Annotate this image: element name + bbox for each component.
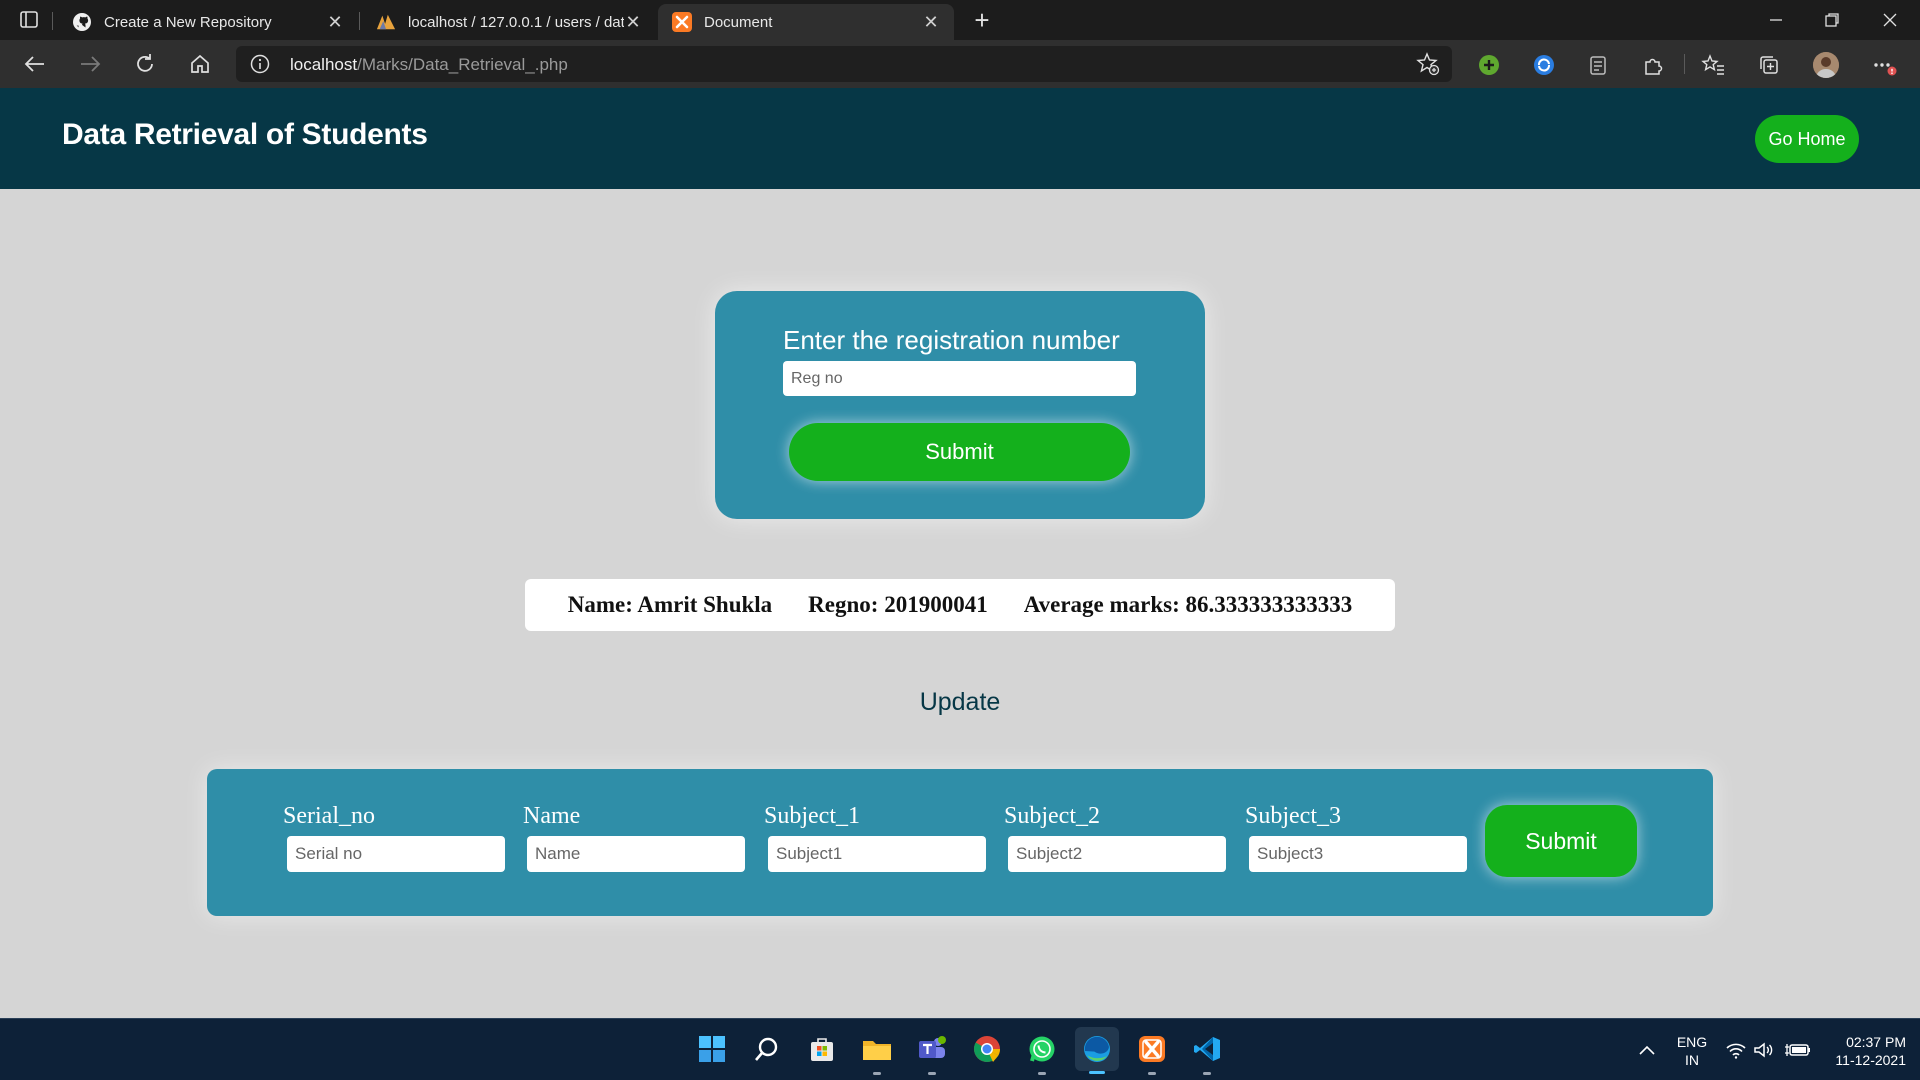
tab-title: localhost / 127.0.0.1 / users / dat	[408, 13, 624, 31]
update-form: Serial_no Name Subject_1 Subject_2 Subje…	[207, 769, 1713, 916]
go-home-button[interactable]: Go Home	[1755, 115, 1859, 163]
home-button[interactable]	[183, 48, 217, 80]
close-window-button[interactable]	[1862, 0, 1918, 40]
back-button[interactable]	[18, 48, 52, 80]
subject-1-field: Subject_1	[764, 803, 988, 872]
result-regno: Regno: 201900041	[808, 592, 988, 617]
tab-separator	[359, 12, 360, 30]
whatsapp-icon[interactable]	[1025, 1032, 1059, 1075]
favorites-icon[interactable]	[1700, 52, 1726, 78]
xampp-icon[interactable]	[1135, 1032, 1169, 1075]
chrome-icon[interactable]	[970, 1032, 1004, 1066]
show-hidden-icons-chevron-icon[interactable]	[1638, 1019, 1662, 1080]
tab-create-repository[interactable]: Create a New Repository ✕	[58, 4, 358, 40]
browser-tab-bar: Create a New Repository ✕ localhost / 12…	[0, 0, 1920, 40]
name-label: Name	[523, 803, 581, 829]
region-code: IN	[1685, 1052, 1699, 1068]
microsoft-store-icon[interactable]	[805, 1032, 839, 1066]
site-title: Data Retrieval of Students	[62, 118, 428, 151]
result-average: Average marks: 86.333333333333	[1023, 592, 1353, 617]
extension-sync-icon[interactable]	[1531, 52, 1557, 78]
add-favorite-icon[interactable]	[1416, 52, 1440, 76]
xampp-icon	[672, 12, 692, 32]
collections-icon[interactable]	[1756, 52, 1782, 78]
restore-button[interactable]	[1804, 0, 1860, 40]
browser-toolbar: localhost/Marks/Data_Retrieval_.php	[0, 40, 1920, 88]
toolbar-separator	[1684, 54, 1685, 74]
reg-no-input[interactable]	[783, 361, 1136, 396]
edge-icon[interactable]	[1075, 1027, 1119, 1074]
file-explorer-icon[interactable]	[860, 1032, 894, 1075]
teams-icon[interactable]	[915, 1032, 949, 1075]
subject-2-label: Subject_2	[1004, 803, 1100, 829]
refresh-button[interactable]	[128, 48, 162, 80]
address-bar[interactable]: localhost/Marks/Data_Retrieval_.php	[236, 46, 1452, 82]
subject-3-field: Subject_3	[1245, 803, 1469, 872]
running-indicator	[1148, 1072, 1156, 1075]
serial-no-field: Serial_no	[283, 803, 507, 872]
close-tab-icon[interactable]: ✕	[624, 12, 642, 32]
tab-title: Document	[704, 13, 773, 31]
phpmyadmin-icon	[376, 12, 396, 32]
result-name: Name: Amrit Shukla	[567, 592, 773, 617]
more-options-icon[interactable]	[1872, 52, 1898, 78]
tab-document[interactable]: Document ✕	[658, 4, 954, 40]
url-text: localhost/Marks/Data_Retrieval_.php	[290, 55, 568, 75]
site-header: Data Retrieval of Students Go Home	[0, 88, 1920, 189]
active-indicator	[1089, 1071, 1105, 1074]
extension-green-plus-icon[interactable]	[1476, 52, 1502, 78]
name-input[interactable]	[527, 836, 745, 872]
system-clock[interactable]: 02:37 PM 11-12-2021	[1822, 1033, 1906, 1069]
tab-title: Create a New Repository	[104, 13, 272, 31]
tab-separator	[52, 12, 53, 30]
profile-avatar[interactable]	[1813, 52, 1839, 78]
update-submit-button[interactable]: Submit	[1485, 805, 1637, 877]
clock-time: 02:37 PM	[1846, 1034, 1906, 1050]
subject-3-input[interactable]	[1249, 836, 1467, 872]
registration-card: Enter the registration number Submit	[715, 291, 1205, 519]
serial-no-label: Serial_no	[283, 803, 375, 829]
wifi-icon[interactable]	[1725, 1019, 1747, 1080]
subject-2-field: Subject_2	[1004, 803, 1228, 872]
registration-label: Enter the registration number	[783, 325, 1120, 355]
close-tab-icon[interactable]: ✕	[326, 12, 344, 32]
windows-taskbar: ENG IN 02:37 PM 11-12-2021	[0, 1018, 1920, 1080]
clock-date: 11-12-2021	[1835, 1052, 1906, 1068]
close-tab-icon[interactable]: ✕	[922, 12, 940, 32]
vscode-icon[interactable]	[1190, 1032, 1224, 1075]
minimize-button[interactable]	[1748, 0, 1804, 40]
url-path: /Marks/Data_Retrieval_.php	[357, 55, 568, 74]
running-indicator	[1038, 1072, 1046, 1075]
battery-icon[interactable]	[1785, 1019, 1811, 1080]
url-host: localhost	[290, 55, 358, 74]
info-icon[interactable]	[250, 54, 270, 74]
language-code: ENG	[1676, 1034, 1708, 1050]
volume-icon[interactable]	[1753, 1019, 1775, 1080]
subject-2-input[interactable]	[1008, 836, 1226, 872]
subject-1-input[interactable]	[768, 836, 986, 872]
subject-3-label: Subject_3	[1245, 803, 1341, 829]
running-indicator	[928, 1072, 936, 1075]
new-tab-button[interactable]: +	[966, 5, 998, 35]
tab-actions-icon[interactable]	[18, 10, 40, 30]
running-indicator	[873, 1072, 881, 1075]
update-heading: Update	[919, 688, 1001, 716]
extensions-puzzle-icon[interactable]	[1640, 52, 1666, 78]
tab-phpmyadmin[interactable]: localhost / 127.0.0.1 / users / dat ✕	[362, 4, 656, 40]
web-page: Data Retrieval of Students Go Home Enter…	[0, 88, 1920, 1018]
running-indicator	[1203, 1072, 1211, 1075]
subject-1-label: Subject_1	[764, 803, 860, 829]
registration-submit-button[interactable]: Submit	[789, 423, 1130, 481]
github-icon	[72, 12, 92, 32]
language-indicator[interactable]: ENG IN	[1672, 1033, 1712, 1069]
student-result: Name: Amrit Shukla Regno: 201900041 Aver…	[525, 579, 1395, 631]
search-icon[interactable]	[750, 1032, 784, 1066]
windows-start-icon[interactable]	[695, 1032, 729, 1066]
reading-view-icon[interactable]	[1585, 52, 1611, 78]
forward-button[interactable]	[73, 48, 107, 80]
serial-no-input[interactable]	[287, 836, 505, 872]
name-field: Name	[523, 803, 747, 872]
